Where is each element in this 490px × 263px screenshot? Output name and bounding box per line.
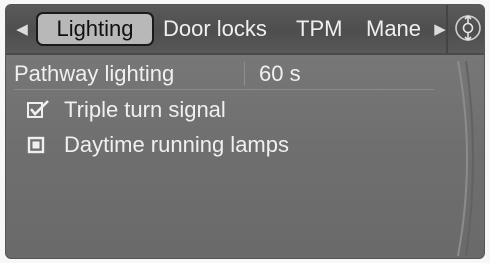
lighting-settings-list: Pathway lighting 60 s Triple turn signal… xyxy=(6,55,446,258)
tab-prev-arrow-icon[interactable]: ◀ xyxy=(11,5,33,53)
pathway-lighting-label: Pathway lighting xyxy=(14,61,175,86)
pathway-lighting-value[interactable]: 60 s xyxy=(259,61,301,87)
tab-bar-divider xyxy=(446,5,448,53)
checkbox-checked-icon[interactable] xyxy=(26,98,50,122)
daytime-running-lamps-label: Daytime running lamps xyxy=(64,132,289,157)
daytime-running-lamps-row[interactable]: Daytime running lamps xyxy=(26,130,289,160)
pathway-lighting-row[interactable]: Pathway lighting 60 s xyxy=(14,59,434,90)
tab-lighting[interactable]: Lighting xyxy=(36,12,154,46)
pathway-lighting-separator xyxy=(244,62,245,86)
tab-door-locks[interactable]: Door locks xyxy=(163,12,267,46)
scroll-rail xyxy=(457,61,474,256)
triple-turn-signal-label: Triple turn signal xyxy=(64,97,226,122)
checkbox-unchecked-icon[interactable] xyxy=(26,133,50,157)
triple-turn-signal-row[interactable]: Triple turn signal xyxy=(26,95,226,125)
tab-tpm[interactable]: TPM xyxy=(296,12,342,46)
tab-bar: ◀ Lighting Door locks TPM Mane ▶ xyxy=(6,5,484,55)
tab-maneuver[interactable]: Mane xyxy=(366,12,426,46)
idrive-settings-screen: ◀ Lighting Door locks TPM Mane ▶ Pathway… xyxy=(5,4,485,259)
scroll-controller-icon[interactable] xyxy=(453,13,483,43)
